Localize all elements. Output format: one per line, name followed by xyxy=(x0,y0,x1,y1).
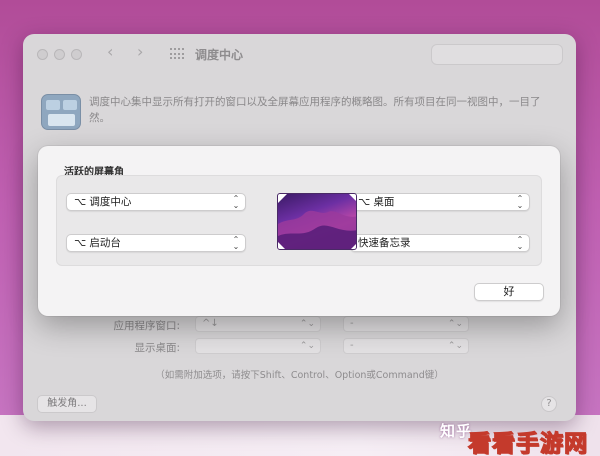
select-chevron-icon: ⌃⌄ xyxy=(232,194,240,210)
corners-panel: ⌥ 调度中心 ⌃ ⌄ ⌥ 桌面 ⌃ ⌄ ⌥ 启动台 ⌃ ⌄ 快速备忘录 ⌃ ⌄ xyxy=(56,175,542,266)
watermark-site: 看看手游网 xyxy=(468,431,588,456)
close-button[interactable] xyxy=(37,49,48,60)
select-chevron-icon: ⌃⌄ xyxy=(447,341,463,351)
description-text: 调度中心集中显示所有打开的窗口以及全屏幕应用程序的概略图。所有项目在同一视图中，… xyxy=(89,96,541,124)
row-label-show-desktop: 显示桌面: xyxy=(134,342,180,354)
search-field[interactable] xyxy=(431,44,563,65)
select-chevron-icon: ⌃⌄ xyxy=(516,194,524,210)
top-right-corner-select[interactable]: ⌥ 桌面 ⌃ ⌄ xyxy=(350,193,530,211)
bottom-right-corner-value: 快速备忘录 xyxy=(358,237,411,249)
bottom-right-corner-select[interactable]: 快速备忘录 ⌃ ⌄ xyxy=(350,234,530,252)
desktop-preview-thumbnail xyxy=(277,193,357,250)
bottom-left-corner-value: ⌥ 启动台 xyxy=(74,237,121,249)
show-desktop-modifier-value: - xyxy=(350,340,354,351)
hot-corners-sheet: 活跃的屏幕角 ⌥ 调度中心 ⌃ ⌄ ⌥ 桌面 ⌃ ⌄ ⌥ 启动台 ⌃ ⌄ 快速备忘录 … xyxy=(38,146,560,316)
top-left-corner-select[interactable]: ⌥ 调度中心 ⌃ ⌄ xyxy=(66,193,246,211)
top-right-corner-value: ⌥ 桌面 xyxy=(358,196,395,208)
show-desktop-modifier-select[interactable]: - ⌃⌄ xyxy=(343,338,469,354)
zoom-button[interactable] xyxy=(71,49,82,60)
select-chevron-icon: ⌃⌄ xyxy=(447,319,463,329)
bottom-left-corner-select[interactable]: ⌥ 启动台 ⌃ ⌄ xyxy=(66,234,246,252)
minimize-button[interactable] xyxy=(54,49,65,60)
top-left-corner-value: ⌥ 调度中心 xyxy=(74,196,132,208)
back-arrow-icon[interactable]: ‹ xyxy=(107,42,113,61)
select-chevron-icon: ⌃⌄ xyxy=(232,235,240,251)
select-chevron-icon: ⌃⌄ xyxy=(516,235,524,251)
help-button[interactable]: ? xyxy=(541,396,557,412)
mission-control-icon xyxy=(41,94,81,130)
window-title: 调度中心 xyxy=(195,48,244,62)
modifier-hint: （如需附加选项，请按下Shift、Control、Option或Command键… xyxy=(155,370,444,381)
app-windows-modifier-value: - xyxy=(350,318,354,329)
forward-arrow-icon[interactable]: › xyxy=(137,42,143,61)
show-all-grid-icon[interactable] xyxy=(170,48,184,60)
show-desktop-shortcut-select[interactable]: ⌃⌄ xyxy=(195,338,321,354)
select-chevron-icon: ⌃⌄ xyxy=(299,341,315,351)
app-windows-shortcut-value: ^↓ xyxy=(202,318,219,329)
window-titlebar: ‹ › 调度中心 xyxy=(23,34,576,74)
row-label-app-windows: 应用程序窗口: xyxy=(113,320,180,332)
app-windows-shortcut-select[interactable]: ^↓ ⌃⌄ xyxy=(195,316,321,332)
hot-corners-button[interactable]: 触发角... xyxy=(37,395,97,413)
select-chevron-icon: ⌃⌄ xyxy=(299,319,315,329)
app-windows-modifier-select[interactable]: - ⌃⌄ xyxy=(343,316,469,332)
ok-button[interactable]: 好 xyxy=(474,283,544,301)
